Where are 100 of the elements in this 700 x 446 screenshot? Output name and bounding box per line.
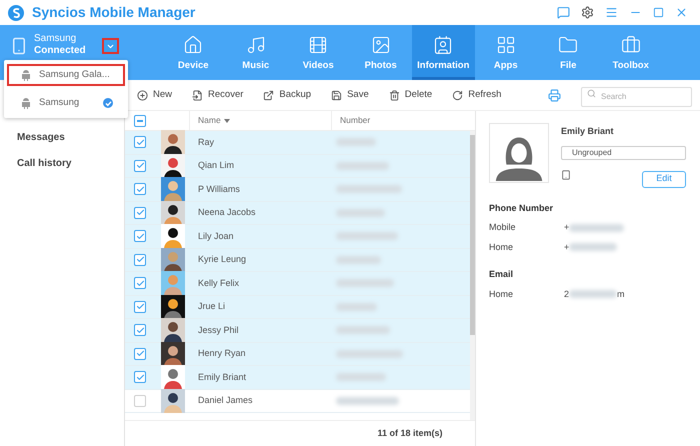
sidebar-item[interactable]: Messages [17, 128, 124, 147]
table-row[interactable]: Lily Joan [125, 225, 470, 248]
column-header[interactable]: Number [332, 111, 475, 130]
contact-name: Lily Joan [197, 230, 235, 243]
field-value: + [564, 221, 570, 234]
checkbox[interactable] [134, 300, 146, 313]
item-count: 11 of 18 item(s) [376, 426, 443, 440]
table-row[interactable]: Qian Lim [125, 154, 470, 178]
logo-icon [8, 4, 24, 20]
blurred-number [336, 208, 385, 217]
table-row[interactable]: Ray [125, 131, 470, 154]
contact-name: Emily Briant [197, 370, 248, 384]
toolbar-button[interactable]: Recover [192, 88, 244, 102]
toolbar-button[interactable]: Delete [388, 88, 432, 102]
toolbar-button[interactable]: Backup [263, 88, 312, 102]
checkbox[interactable] [134, 394, 146, 407]
sidebar-item[interactable]: Call history [17, 154, 124, 173]
section-title: Email [489, 268, 514, 281]
folder-icon [558, 35, 578, 55]
field-value: + [564, 240, 570, 254]
toolbar-button[interactable]: New [137, 88, 172, 102]
checkbox[interactable] [134, 114, 146, 126]
feedback-icon[interactable] [557, 6, 570, 19]
close-icon[interactable] [675, 6, 688, 19]
menu-icon[interactable] [605, 6, 618, 19]
contact-name: Daniel James [197, 394, 254, 407]
table-row[interactable]: Neena Jacobs [125, 202, 470, 225]
field-value: 2 [564, 288, 570, 300]
android-icon [21, 70, 31, 80]
table-row[interactable]: Kyrie Leung [125, 248, 470, 272]
contact-name-heading: Emily Briant [561, 125, 615, 138]
nav-tab[interactable]: Information [412, 25, 474, 80]
android-icon [21, 98, 31, 108]
check-icon [136, 326, 144, 335]
table-row[interactable]: Emily Briant [125, 366, 470, 390]
refresh-icon [452, 90, 464, 100]
check-icon [136, 278, 144, 288]
field-label: Home [489, 240, 514, 254]
check-icon [136, 184, 144, 194]
blurred-number [569, 243, 618, 252]
table-row[interactable]: Jrue Li [125, 296, 470, 319]
settings-icon[interactable] [581, 6, 594, 19]
device-menu-item[interactable]: Samsung Gala... [7, 64, 125, 86]
export-icon [263, 90, 274, 100]
checkbox[interactable] [134, 206, 146, 219]
check-icon [136, 349, 144, 358]
checkbox[interactable] [134, 183, 146, 196]
check-icon [136, 208, 144, 218]
save-icon [331, 90, 342, 100]
grid-icon [496, 35, 516, 55]
device-menu-item[interactable]: Samsung [7, 92, 125, 114]
table-row[interactable]: Kelly Felix [125, 272, 470, 296]
checkbox[interactable] [134, 136, 146, 148]
section-title: Phone Number [489, 202, 554, 214]
scrollbar[interactable] [470, 131, 475, 420]
contact-name: Neena Jacobs [197, 206, 257, 219]
contact-name: Jrue Li [197, 300, 226, 313]
phone-icon [10, 37, 28, 55]
group-field[interactable]: Ungrouped [561, 146, 686, 160]
checkbox[interactable] [134, 230, 146, 242]
blurred-number [336, 373, 386, 382]
plus-circle-icon [137, 90, 148, 100]
table-row[interactable]: P Williams [125, 178, 470, 202]
device-status: Connected [34, 45, 86, 57]
import-icon [192, 90, 204, 100]
check-icon [136, 372, 144, 382]
blurred-number [336, 162, 389, 170]
checkbox[interactable] [134, 160, 146, 172]
blurred-number [569, 290, 618, 298]
window-title: Syncios Mobile Manager [32, 3, 196, 22]
check-icon [136, 232, 144, 241]
toolbar-button[interactable]: Refresh [452, 88, 502, 102]
field-label: Home [489, 288, 514, 300]
search-icon [587, 89, 596, 98]
printer-icon[interactable] [548, 88, 561, 102]
checkbox[interactable] [134, 324, 146, 336]
blurred-number [336, 350, 403, 358]
table-row[interactable]: Daniel James [125, 390, 470, 413]
table-row[interactable]: Jessy Phil [125, 319, 470, 342]
toolbar-button[interactable]: Save [331, 88, 369, 102]
device-icon [561, 170, 571, 180]
contact-name: Kelly Felix [197, 276, 240, 290]
contact-name: Henry Ryan [197, 347, 247, 360]
checkbox[interactable] [134, 277, 146, 290]
film-icon [308, 35, 328, 55]
search-field[interactable]: Search [581, 86, 692, 106]
table-row[interactable]: Henry Ryan [125, 342, 470, 366]
check-icon [136, 302, 144, 312]
check-icon [136, 161, 144, 170]
contact-name: Ray [197, 136, 216, 149]
column-header[interactable]: Name [190, 111, 332, 130]
checkbox[interactable] [134, 371, 146, 384]
maximize-icon[interactable] [653, 7, 664, 18]
checkbox[interactable] [134, 254, 146, 266]
device-dropdown-button[interactable] [102, 38, 119, 54]
checkbox[interactable] [134, 348, 146, 360]
briefcase-icon [620, 35, 641, 55]
music-note-icon [246, 35, 266, 55]
contact-photo [489, 123, 549, 183]
device-name: Samsung [34, 33, 78, 45]
